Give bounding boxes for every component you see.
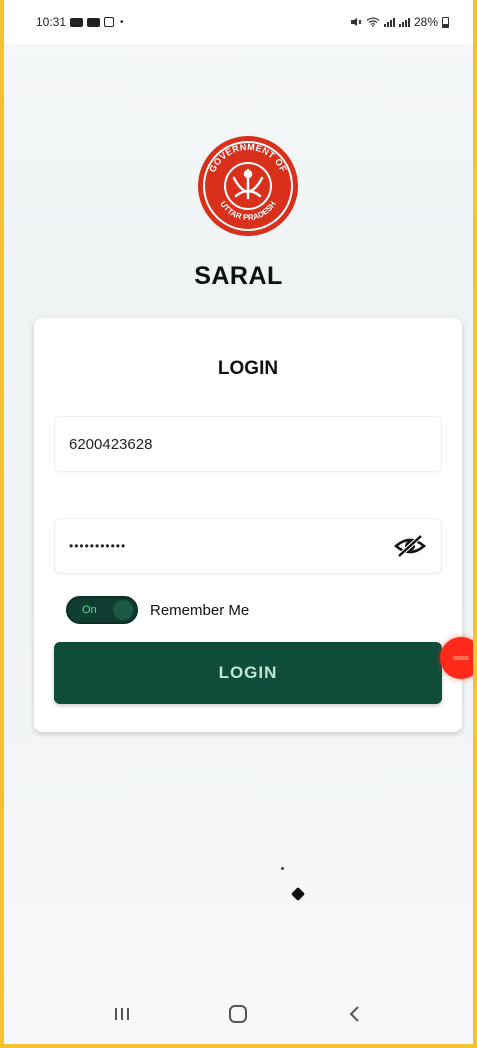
battery-icon — [442, 16, 449, 28]
mute-icon — [350, 18, 362, 26]
toggle-knob — [113, 600, 133, 620]
app-title: SARAL — [194, 262, 283, 290]
password-input[interactable]: ••••••••••• — [69, 539, 393, 553]
more-notifications-dot: • — [120, 16, 124, 28]
screen: 10:31 • 28% GOVERNMENT OF UTTAR PRADESH — [4, 0, 473, 1044]
phone-input[interactable] — [69, 435, 427, 453]
remember-me-row: On Remember Me — [66, 596, 249, 624]
phone-field[interactable] — [54, 416, 442, 472]
status-bar: 10:31 • 28% — [4, 0, 473, 44]
recents-button[interactable] — [102, 994, 142, 1034]
login-title: LOGIN — [217, 358, 279, 379]
status-time: 10:31 — [36, 15, 67, 29]
login-button[interactable]: LOGIN — [54, 642, 442, 704]
back-icon — [349, 1006, 359, 1022]
signal-icon — [398, 17, 410, 27]
notification-app-icon — [70, 17, 84, 27]
battery-percent: 28% — [413, 15, 438, 29]
password-field[interactable]: ••••••••••• — [54, 518, 442, 574]
eye-off-icon[interactable] — [393, 533, 427, 559]
loading-indicator — [290, 886, 306, 902]
status-left: 10:31 • — [36, 15, 124, 29]
wifi-icon — [366, 17, 380, 27]
signal-icon — [383, 17, 395, 27]
status-right: 28% — [350, 15, 449, 29]
remember-me-label: Remember Me — [150, 601, 250, 619]
toggle-state-label: On — [82, 604, 97, 616]
home-icon — [229, 1005, 248, 1023]
back-button[interactable] — [335, 994, 375, 1034]
loading-indicator-dot — [281, 867, 284, 870]
government-logo: GOVERNMENT OF UTTAR PRADESH — [198, 136, 298, 236]
gallery-notification-icon — [104, 17, 115, 27]
remember-me-toggle[interactable]: On — [66, 596, 138, 624]
home-button[interactable] — [218, 994, 258, 1034]
login-card: LOGIN ••••••••••• On Remember Me LOGIN — [34, 318, 462, 732]
system-navigation-bar — [4, 984, 473, 1044]
notification-app-icon — [87, 17, 101, 27]
recents-icon — [115, 1008, 130, 1020]
